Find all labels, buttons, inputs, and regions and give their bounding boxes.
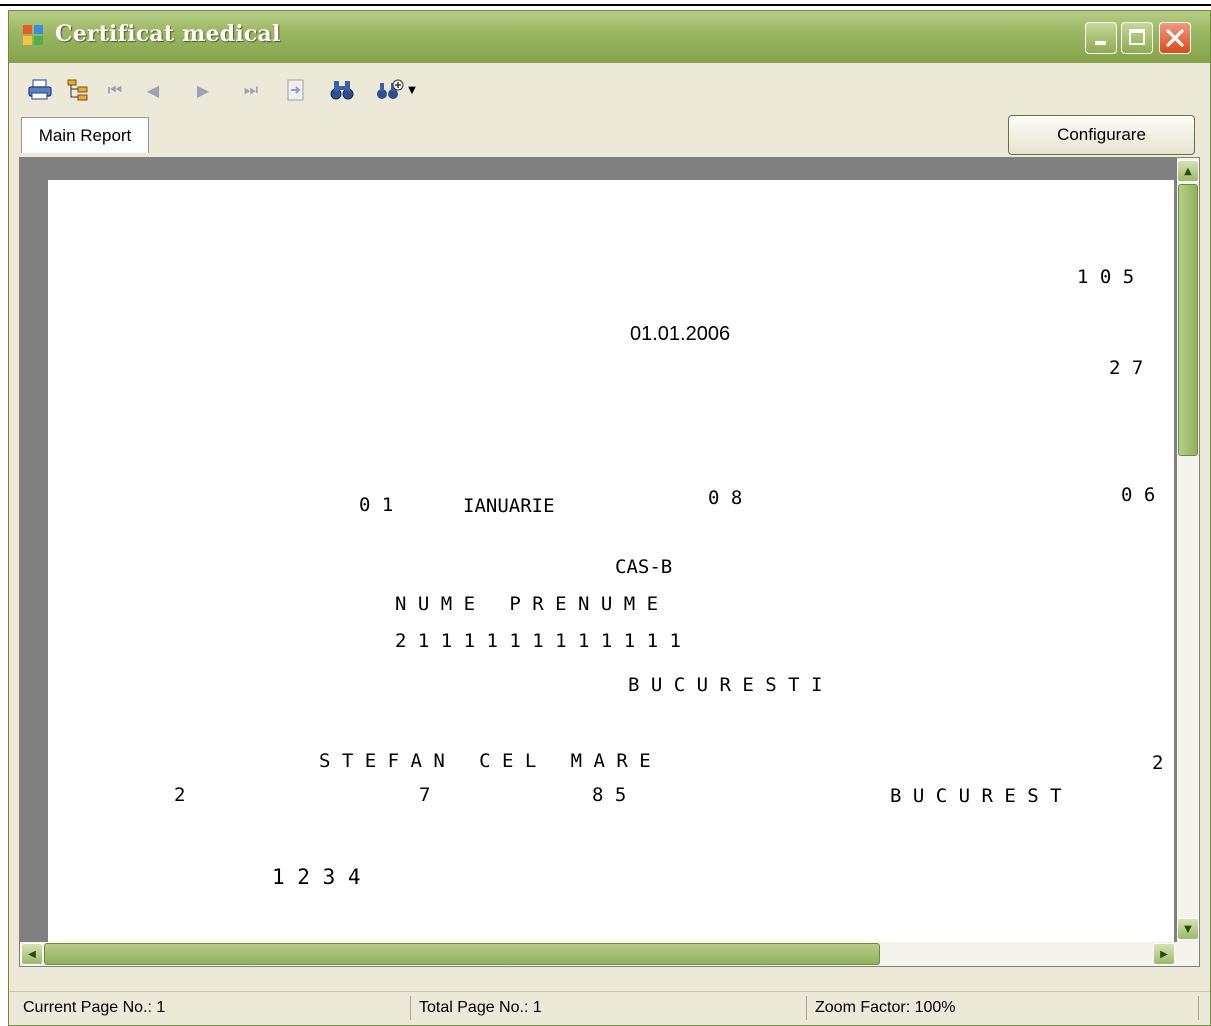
print-button[interactable] — [25, 77, 55, 103]
report-field-day-2: 0 8 — [708, 487, 743, 509]
minimize-icon — [1095, 41, 1106, 45]
chevron-up-icon: ▲ — [1184, 165, 1192, 177]
maximize-icon — [1129, 29, 1145, 45]
tree-toggle-icon — [67, 79, 88, 101]
report-field-number-2: 2 7 — [1109, 357, 1144, 379]
status-bar: Current Page No.: 1 Total Page No.: 1 Zo… — [9, 991, 1210, 1024]
report-viewer-window: Certificat medical ⏮ ◀ ▶ ⏭ ▼ Main Report… — [8, 10, 1211, 1026]
tab-main-report[interactable]: Main Report — [21, 117, 149, 153]
report-viewport[interactable]: 1 0 5 01.01.2006 2 7 0 1 IANUARIE 0 8 0 … — [19, 157, 1200, 967]
vertical-scrollbar[interactable]: ▲ ▼ — [1177, 158, 1199, 942]
report-field-address-3: 8 5 — [592, 784, 627, 806]
vertical-scroll-thumb[interactable] — [1178, 184, 1198, 456]
chevron-left-icon: ◀ — [28, 948, 36, 960]
report-field-street-number: 2 — [1152, 752, 1164, 774]
horizontal-scroll-thumb[interactable] — [44, 943, 880, 965]
report-field-number-top: 1 0 5 — [1077, 266, 1135, 288]
report-field-address-1: 2 — [174, 784, 186, 806]
report-field-month: IANUARIE — [463, 495, 555, 517]
maximize-button[interactable] — [1121, 22, 1153, 54]
toggle-group-tree-button[interactable] — [63, 77, 93, 103]
report-field-day: 0 1 — [359, 494, 394, 516]
report-field-issue-date: 01.01.2006 — [630, 323, 731, 345]
search-icon — [330, 81, 354, 100]
zoom-button[interactable]: ▼ — [373, 77, 419, 103]
next-page-icon: ▶ — [196, 80, 210, 100]
horizontal-scrollbar[interactable]: ◀ ▶ — [20, 942, 1199, 966]
goto-page-icon — [287, 79, 304, 101]
report-field-city: B U C U R E S T I — [628, 674, 823, 696]
scroll-left-button[interactable]: ◀ — [21, 943, 43, 965]
scroll-right-button[interactable]: ▶ — [1153, 943, 1175, 965]
minimize-button[interactable] — [1085, 22, 1117, 54]
chevron-down-icon: ▼ — [408, 84, 416, 96]
report-field-address-2: 7 — [419, 784, 431, 806]
scroll-up-button[interactable]: ▲ — [1177, 160, 1199, 182]
chevron-right-icon: ▶ — [1160, 948, 1168, 960]
zoom-icon — [377, 79, 404, 99]
window-title: Certificat medical — [55, 21, 281, 47]
report-field-city-2: B U C U R E S T — [890, 785, 1062, 807]
status-zoom-factor: Zoom Factor: 100% — [811, 996, 1199, 1020]
chevron-down-icon: ▼ — [1184, 923, 1192, 935]
goto-page-button[interactable] — [281, 77, 311, 103]
report-field-code: 1 2 3 4 — [272, 865, 361, 889]
report-tab-bar: Main Report Configurare — [9, 113, 1210, 155]
report-field-street: S T E F A N C E L M A R E — [319, 750, 651, 772]
last-page-button[interactable]: ⏭ — [239, 77, 263, 103]
close-icon — [1166, 29, 1184, 47]
previous-page-icon: ◀ — [146, 80, 160, 100]
configure-button[interactable]: Configurare — [1008, 115, 1195, 155]
find-text-button[interactable] — [327, 77, 357, 103]
scroll-down-button[interactable]: ▼ — [1177, 918, 1199, 940]
close-button[interactable] — [1159, 22, 1191, 54]
report-field-insurer: CAS-B — [615, 556, 673, 578]
report-field-patient-name: N U M E P R E N U M E — [395, 593, 659, 615]
status-total-pages: Total Page No.: 1 — [415, 996, 807, 1020]
first-page-icon: ⏮ — [107, 80, 123, 99]
toolbar: ⏮ ◀ ▶ ⏭ ▼ — [9, 63, 1210, 113]
status-current-page: Current Page No.: 1 — [19, 996, 411, 1020]
report-page: 1 0 5 01.01.2006 2 7 0 1 IANUARIE 0 8 0 … — [48, 180, 1174, 966]
first-page-button[interactable]: ⏮ — [103, 77, 127, 103]
report-field-cnp: 2 1 1 1 1 1 1 1 1 1 1 1 1 — [395, 630, 681, 652]
previous-page-button[interactable]: ◀ — [141, 77, 165, 103]
screen-top-border — [0, 4, 1211, 6]
next-page-button[interactable]: ▶ — [191, 77, 215, 103]
title-bar[interactable]: Certificat medical — [9, 11, 1210, 63]
last-page-icon: ⏭ — [243, 80, 259, 99]
app-icon — [23, 25, 45, 47]
report-field-clipped-right: 0 6 — [1121, 484, 1156, 506]
print-icon — [28, 79, 52, 100]
